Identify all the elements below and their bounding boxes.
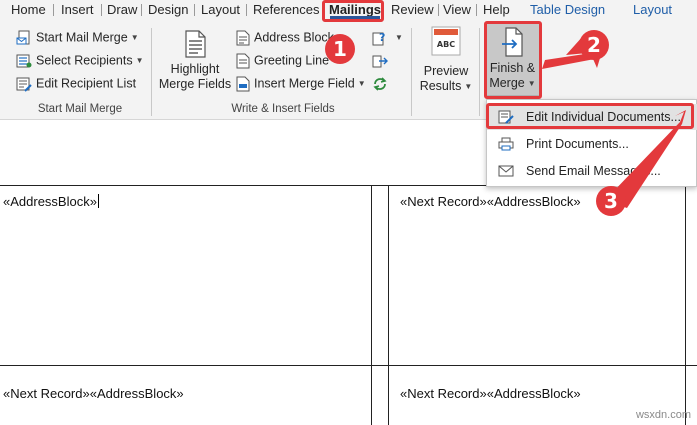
select-recipients-button[interactable]: Select Recipients ▼ bbox=[16, 50, 144, 70]
label-cell-3[interactable]: «Next Record»«AddressBlock» bbox=[3, 386, 184, 401]
print-documents-label: Print Documents... bbox=[526, 137, 629, 151]
chevron-down-icon: ▼ bbox=[135, 55, 144, 65]
match-fields-button[interactable] bbox=[372, 50, 392, 70]
match-fields-icon bbox=[372, 55, 388, 68]
preview-label-line1: Preview bbox=[423, 64, 469, 78]
update-labels-icon bbox=[373, 77, 387, 91]
tab-layout[interactable]: Layout bbox=[196, 0, 245, 20]
step-badge-1: 1 bbox=[325, 34, 355, 64]
tab-divider bbox=[141, 4, 142, 16]
step-badge-2: 2 bbox=[579, 30, 609, 60]
preview-icon-text: ABC bbox=[437, 40, 455, 49]
send-email-messages-label: Send Email Messages... bbox=[526, 164, 661, 178]
step-badge-3: 3 bbox=[596, 186, 626, 216]
tab-table-layout[interactable]: Layout bbox=[628, 0, 677, 20]
preview-label-line2: Results ▼ bbox=[416, 79, 476, 94]
highlight-label-line1: Highlight bbox=[170, 62, 220, 76]
tab-design[interactable]: Design bbox=[143, 0, 193, 20]
address-block-field: «AddressBlock» bbox=[3, 194, 97, 209]
write-insert-group-label: Write & Insert Fields bbox=[231, 103, 335, 115]
tab-draw[interactable]: Draw bbox=[102, 0, 142, 20]
tab-review[interactable]: Review bbox=[386, 0, 439, 20]
insert-merge-field-label: Insert Merge Field bbox=[254, 76, 355, 91]
svg-text:?: ? bbox=[379, 31, 385, 44]
tab-divider bbox=[246, 4, 247, 16]
rules-button[interactable]: ? ▼ bbox=[372, 27, 403, 47]
menu-item-send-email-messages[interactable]: Send Email Messages... bbox=[487, 158, 697, 184]
highlight-fields-icon bbox=[185, 30, 206, 58]
select-recipients-label: Select Recipients bbox=[36, 53, 133, 68]
recipients-icon bbox=[16, 54, 32, 68]
group-divider bbox=[479, 28, 480, 116]
printer-icon bbox=[498, 137, 514, 151]
table-border-middle bbox=[0, 365, 697, 366]
start-mail-merge-group-label: Start Mail Merge bbox=[37, 103, 123, 115]
tab-divider bbox=[194, 4, 195, 16]
chevron-down-icon: ▼ bbox=[395, 32, 403, 42]
edit-list-icon bbox=[16, 77, 32, 92]
tab-divider bbox=[53, 4, 54, 16]
rules-icon: ? bbox=[372, 31, 385, 46]
preview-label-text: Results bbox=[419, 79, 462, 93]
start-mail-merge-button[interactable]: Start Mail Merge ▼ bbox=[16, 27, 139, 47]
greeting-line-label: Greeting Line bbox=[254, 53, 330, 68]
tab-view[interactable]: View bbox=[438, 0, 476, 20]
table-border-right bbox=[685, 185, 686, 425]
watermark: wsxdn.com bbox=[635, 409, 691, 421]
chevron-down-icon: ▼ bbox=[130, 32, 139, 42]
preview-results-button[interactable]: ABC Preview Results ▼ bbox=[416, 26, 476, 94]
tab-help[interactable]: Help bbox=[478, 0, 515, 20]
edit-recipient-list-button[interactable]: Edit Recipient List bbox=[16, 73, 136, 93]
insert-field-icon bbox=[236, 76, 250, 92]
table-border-gap-left bbox=[371, 185, 372, 425]
label-cell-1[interactable]: «AddressBlock» bbox=[3, 194, 99, 209]
tab-references[interactable]: References bbox=[248, 0, 324, 20]
highlight-box-mailings bbox=[322, 0, 384, 22]
menu-item-print-documents[interactable]: Print Documents... bbox=[487, 131, 697, 157]
tab-home[interactable]: Home bbox=[6, 0, 51, 20]
document-mail-icon bbox=[16, 30, 30, 45]
email-envelope-icon bbox=[498, 165, 514, 177]
address-block-button[interactable]: Address Block bbox=[236, 27, 334, 47]
group-divider bbox=[151, 28, 152, 116]
text-cursor bbox=[97, 194, 99, 208]
tab-table-design[interactable]: Table Design bbox=[525, 0, 610, 20]
table-border-gap-right bbox=[388, 185, 389, 425]
label-cell-2[interactable]: «Next Record»«AddressBlock» bbox=[400, 194, 581, 209]
group-divider bbox=[411, 28, 412, 116]
highlight-box-edit-documents bbox=[486, 103, 694, 129]
greeting-line-icon bbox=[236, 53, 250, 69]
label-cell-4[interactable]: «Next Record»«AddressBlock» bbox=[400, 386, 581, 401]
highlight-label-line2: Merge Fields bbox=[158, 77, 232, 91]
start-mail-merge-label: Start Mail Merge bbox=[36, 30, 128, 45]
insert-merge-field-button[interactable]: Insert Merge Field ▼ bbox=[236, 73, 366, 93]
tab-divider bbox=[476, 4, 477, 16]
chevron-down-icon: ▼ bbox=[464, 82, 473, 92]
preview-abc-icon: ABC bbox=[431, 26, 461, 56]
address-block-label: Address Block bbox=[254, 30, 334, 45]
greeting-line-button[interactable]: Greeting Line bbox=[236, 50, 329, 70]
tab-insert[interactable]: Insert bbox=[56, 0, 99, 20]
chevron-down-icon: ▼ bbox=[357, 78, 366, 88]
highlight-merge-fields-button[interactable]: Highlight Merge Fields bbox=[158, 30, 232, 92]
edit-recipient-list-label: Edit Recipient List bbox=[36, 76, 137, 91]
update-labels-button[interactable] bbox=[372, 73, 392, 93]
highlight-box-finish-merge bbox=[484, 21, 542, 99]
address-block-icon bbox=[236, 30, 250, 46]
